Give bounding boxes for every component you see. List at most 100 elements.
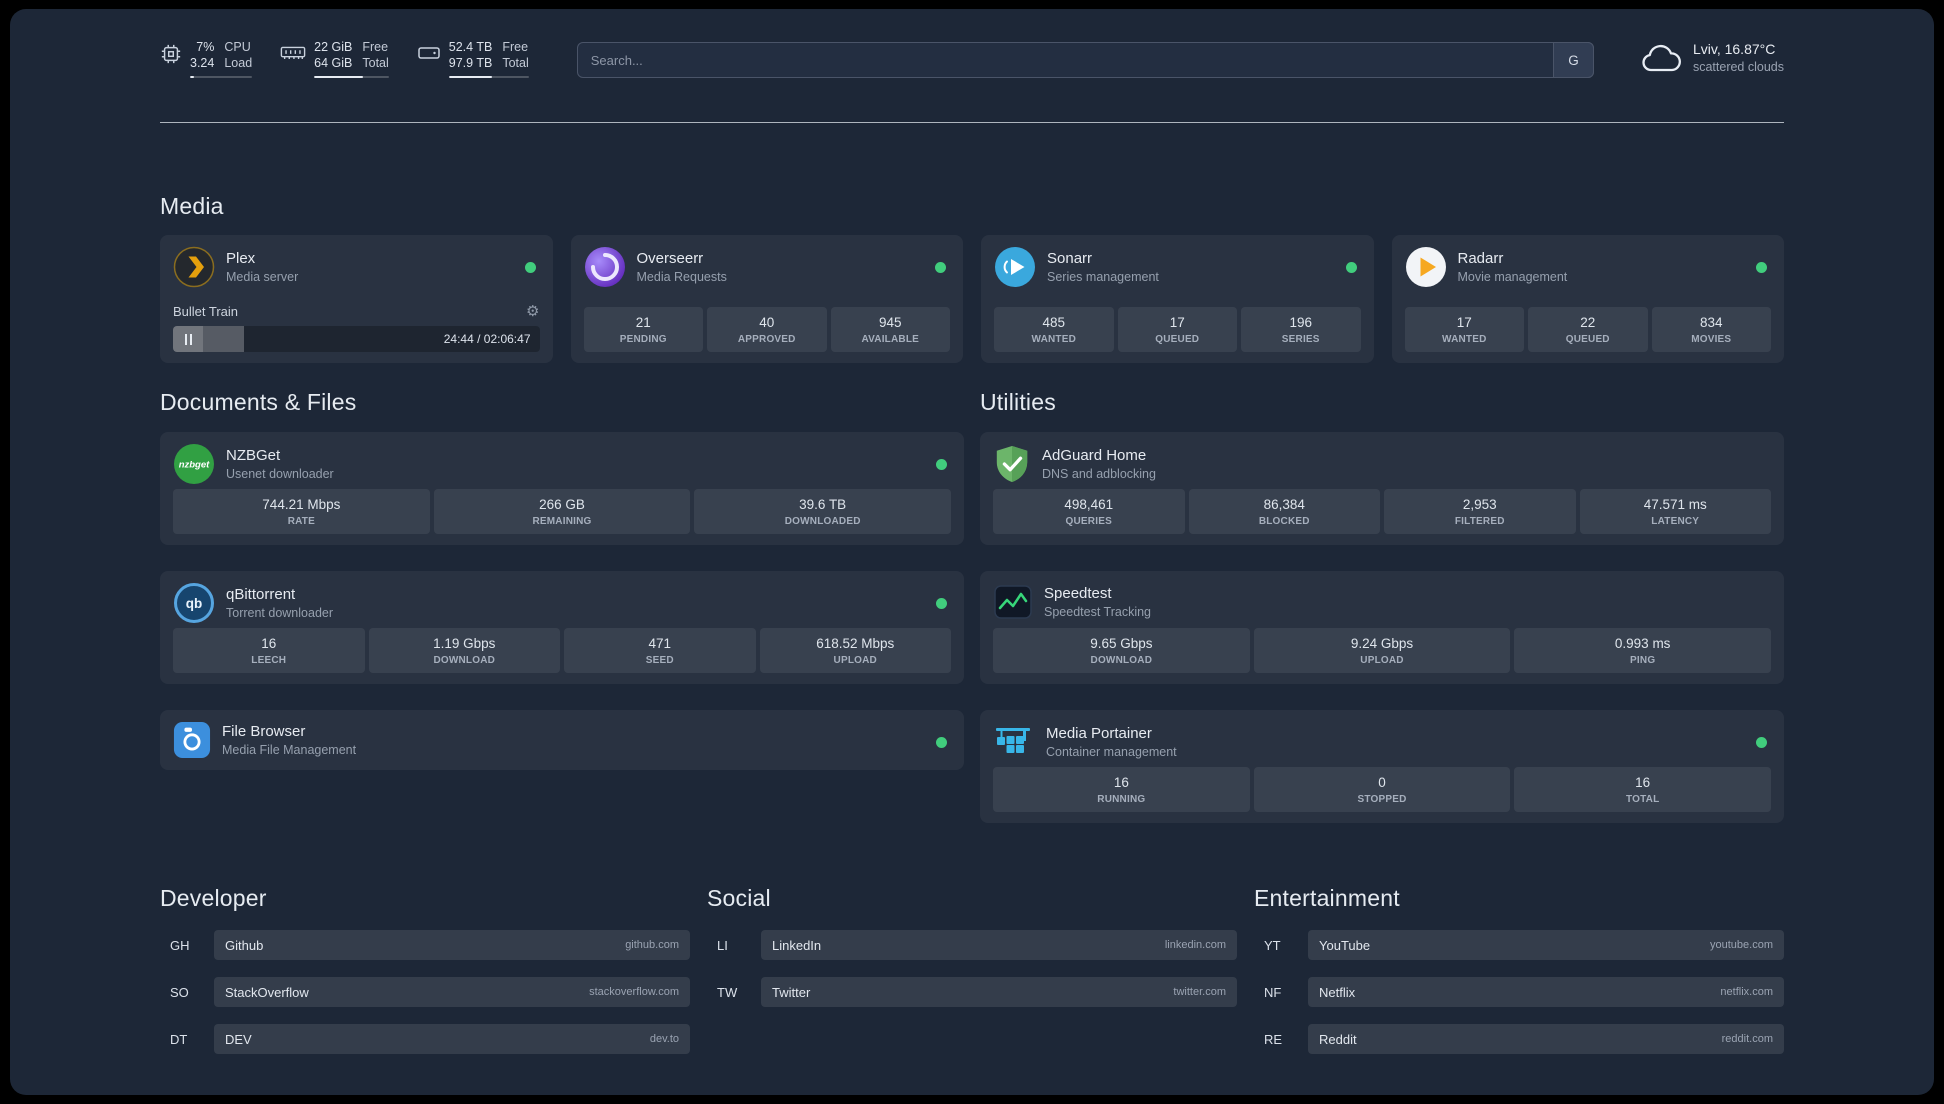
section-title-utilities: Utilities [980, 389, 1056, 415]
stat-box: 266 GB REMAINING [433, 489, 691, 534]
playback-time: 24:44 / 02:06:47 [443, 332, 531, 346]
playback-progress-bar[interactable]: 24:44 / 02:06:47 [173, 326, 540, 352]
stat-label: UPLOAD [1360, 655, 1404, 666]
service-card-plex[interactable]: Plex Media server Bullet Train ⚙ 24:44 /… [160, 235, 553, 363]
disk-free-label: Free [502, 40, 529, 54]
stat-value: 17 [1169, 315, 1185, 330]
memory-icon [280, 43, 306, 63]
bookmark-abbr: RE [1264, 1031, 1283, 1047]
stat-value: 9.24 Gbps [1350, 636, 1414, 651]
section-media: Media Plex Media server Bullet Train ⚙ 2… [160, 193, 1784, 363]
bookmark-netflix[interactable]: NF Netflix netflix.com [1254, 977, 1784, 1007]
bookmark-abbr: NF [1264, 984, 1282, 1000]
disk-total-label: Total [502, 56, 529, 70]
service-card-portainer[interactable]: Media Portainer Container management 16 … [980, 710, 1784, 823]
stat-value: 16 [1113, 775, 1129, 790]
stat-value: 834 [1699, 315, 1723, 330]
bookmark-name: LinkedIn [772, 937, 822, 953]
stat-box: 0 STOPPED [1253, 767, 1511, 812]
bookmark-url: stackoverflow.com [589, 986, 679, 998]
disk-icon [417, 43, 441, 63]
service-card-sonarr[interactable]: Sonarr Series management 485 WANTED 17 Q… [981, 235, 1374, 363]
bookmark-url: dev.to [649, 1033, 679, 1045]
stat-box: 9.65 Gbps DOWNLOAD [993, 628, 1250, 673]
memory-free-label: Free [362, 40, 389, 54]
service-subtitle: Media server [226, 270, 299, 284]
stat-value: 21 [635, 315, 651, 330]
stat-label: SERIES [1281, 334, 1320, 345]
bookmark-dev[interactable]: DT DEV dev.to [160, 1024, 690, 1054]
section-utilities: Utilities AdGuard Home DNS and adblockin… [980, 389, 1784, 823]
bookmark-youtube[interactable]: YT YouTube youtube.com [1254, 930, 1784, 960]
bookmark-abbr: YT [1264, 937, 1281, 953]
search-provider-button[interactable]: G [1552, 42, 1594, 78]
stat-value: 86,384 [1263, 497, 1305, 512]
svg-text:nzbget: nzbget [179, 460, 210, 471]
bookmark-name: Netflix [1319, 984, 1356, 1000]
stat-box: 834 MOVIES [1651, 307, 1771, 352]
status-indicator [1756, 262, 1767, 273]
bookmark-name: Twitter [772, 984, 811, 1000]
nzbget-icon: nzbget [173, 443, 215, 485]
memory-widget: 22 GiB 64 GiB Free Total [280, 39, 389, 78]
stat-label: REMAINING [532, 516, 592, 527]
stat-label: LATENCY [1651, 516, 1700, 527]
bookmark-name: YouTube [1319, 937, 1371, 953]
bookmark-github[interactable]: GH Github github.com [160, 930, 690, 960]
stat-box: 86,384 BLOCKED [1188, 489, 1380, 534]
bookmark-reddit[interactable]: RE Reddit reddit.com [1254, 1024, 1784, 1054]
service-card-nzbget[interactable]: nzbget NZBGet Usenet downloader 744.21 M… [160, 432, 964, 545]
bookmark-url: twitter.com [1173, 986, 1226, 998]
cloud-icon [1640, 43, 1682, 73]
service-subtitle: Torrent downloader [226, 606, 334, 620]
search-bar: G [576, 42, 1594, 78]
bookmark-twitter[interactable]: TW Twitter twitter.com [707, 977, 1237, 1007]
media-card-grid: Plex Media server Bullet Train ⚙ 24:44 /… [160, 235, 1784, 363]
service-card-speedtest[interactable]: Speedtest Speedtest Tracking 9.65 Gbps D… [980, 571, 1784, 684]
bookmark-abbr: GH [170, 937, 190, 953]
cpu-usage-bar-fill [190, 76, 195, 78]
service-name: File Browser [222, 723, 306, 740]
bookmark-linkedin[interactable]: LI LinkedIn linkedin.com [707, 930, 1237, 960]
disk-usage-bar [448, 76, 529, 78]
stat-label: RUNNING [1097, 794, 1146, 805]
disk-usage-bar-fill [448, 76, 492, 78]
weather-condition: scattered clouds [1692, 60, 1784, 74]
service-card-radarr[interactable]: Radarr Movie management 17 WANTED 22 QUE… [1391, 235, 1784, 363]
stat-box: 1.19 Gbps DOWNLOAD [368, 628, 560, 673]
overseerr-icon [584, 246, 626, 288]
pause-button[interactable] [173, 326, 203, 352]
filebrowser-icon [173, 721, 211, 759]
service-card-qbittorrent[interactable]: qb qBittorrent Torrent downloader 16 LEE… [160, 571, 964, 684]
service-subtitle: Usenet downloader [226, 467, 334, 481]
stat-label: UPLOAD [833, 655, 877, 666]
search-input[interactable] [576, 42, 1594, 78]
section-title-entertainment: Entertainment [1254, 885, 1400, 911]
service-card-overseerr[interactable]: Overseerr Media Requests 21 PENDING 40 A… [570, 235, 963, 363]
stat-label: MOVIES [1691, 334, 1732, 345]
stat-value: 16 [1635, 775, 1651, 790]
memory-total-value: 64 GiB [314, 56, 353, 70]
disk-widget: 52.4 TB 97.9 TB Free Total [417, 39, 529, 78]
stat-label: TOTAL [1625, 794, 1660, 805]
stat-value: 744.21 Mbps [262, 497, 341, 512]
gear-icon[interactable]: ⚙ [526, 304, 539, 319]
stat-box: 16 LEECH [173, 628, 365, 673]
stat-box: 22 QUEUED [1528, 307, 1648, 352]
stat-label: SEED [645, 655, 674, 666]
stat-value: 47.571 ms [1643, 497, 1707, 512]
bookmark-stackoverflow[interactable]: SO StackOverflow stackoverflow.com [160, 977, 690, 1007]
stat-value: 498,461 [1064, 497, 1114, 512]
portainer-icon [993, 721, 1035, 763]
stat-label: RATE [287, 516, 315, 527]
bookmark-group-developer: Developer GH Github github.com SO StackO… [160, 885, 690, 1071]
stat-value: 266 GB [539, 497, 585, 512]
memory-usage-bar [314, 76, 389, 78]
service-card-filebrowser[interactable]: File Browser Media File Management [160, 710, 964, 770]
speedtest-icon [993, 582, 1033, 622]
cpu-usage-value: 7% [196, 40, 215, 54]
cpu-usage-bar [190, 76, 253, 78]
service-card-adguard[interactable]: AdGuard Home DNS and adblocking 498,461 … [980, 432, 1784, 545]
svg-text:qb: qb [186, 596, 203, 611]
bookmark-abbr: DT [170, 1031, 188, 1047]
